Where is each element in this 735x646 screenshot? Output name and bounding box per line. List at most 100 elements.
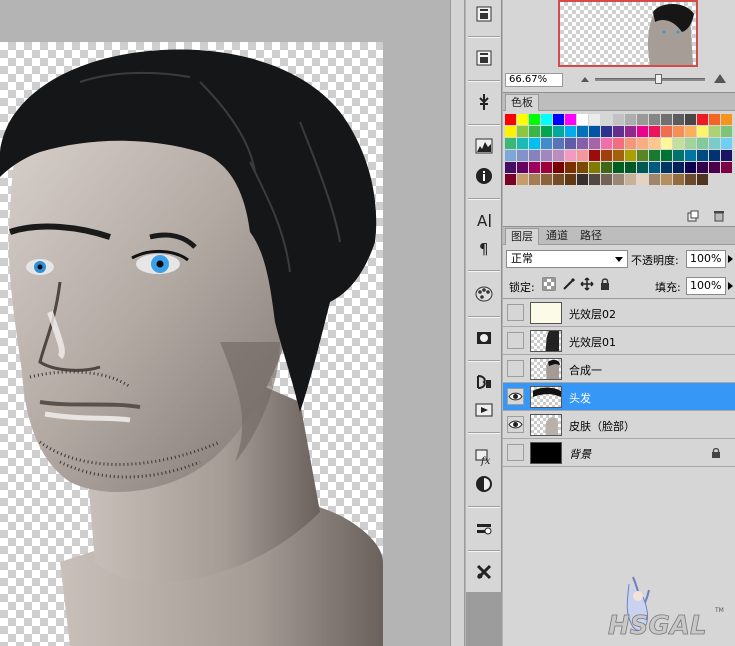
trash-icon[interactable] bbox=[713, 210, 725, 222]
color-swatch[interactable] bbox=[661, 162, 672, 173]
color-swatch[interactable] bbox=[649, 138, 660, 149]
color-swatch[interactable] bbox=[505, 114, 516, 125]
color-swatch[interactable] bbox=[529, 114, 540, 125]
color-swatch[interactable] bbox=[601, 126, 612, 137]
color-swatch[interactable] bbox=[577, 150, 588, 161]
color-swatch[interactable] bbox=[577, 126, 588, 137]
color-swatch[interactable] bbox=[541, 114, 552, 125]
layer-row[interactable]: 光效层01 bbox=[503, 327, 735, 355]
color-swatch[interactable] bbox=[673, 162, 684, 173]
color-swatch[interactable] bbox=[529, 162, 540, 173]
color-swatch[interactable] bbox=[577, 162, 588, 173]
fill-slider-arrow-icon[interactable] bbox=[728, 282, 733, 290]
color-swatch[interactable] bbox=[673, 126, 684, 137]
color-swatch[interactable] bbox=[673, 114, 684, 125]
color-swatch[interactable] bbox=[625, 150, 636, 161]
layer-row[interactable]: 背景 bbox=[503, 439, 735, 467]
color-swatch[interactable] bbox=[709, 150, 720, 161]
layer-row-selected[interactable]: 头发 bbox=[503, 383, 735, 411]
color-swatch[interactable] bbox=[541, 138, 552, 149]
color-swatch[interactable] bbox=[721, 150, 732, 161]
color-swatch[interactable] bbox=[613, 174, 624, 185]
lock-pixels-brush-icon[interactable] bbox=[562, 277, 576, 291]
color-swatch[interactable] bbox=[517, 174, 528, 185]
visibility-toggle[interactable] bbox=[507, 388, 524, 405]
visibility-toggle[interactable] bbox=[507, 360, 524, 377]
canvas-area[interactable] bbox=[0, 0, 450, 646]
zoom-slider[interactable] bbox=[595, 78, 705, 81]
document-canvas[interactable] bbox=[0, 42, 383, 646]
color-swatch[interactable] bbox=[565, 138, 576, 149]
tab-channels[interactable]: 通道 bbox=[541, 228, 573, 245]
info-icon[interactable] bbox=[472, 164, 496, 188]
visibility-toggle[interactable] bbox=[507, 304, 524, 321]
color-swatch[interactable] bbox=[685, 150, 696, 161]
color-swatch[interactable] bbox=[721, 138, 732, 149]
color-swatch[interactable] bbox=[685, 162, 696, 173]
color-swatch[interactable] bbox=[649, 162, 660, 173]
color-swatch[interactable] bbox=[649, 174, 660, 185]
extra-tools-icon[interactable] bbox=[472, 560, 496, 584]
color-swatch[interactable] bbox=[649, 126, 660, 137]
color-swatch[interactable] bbox=[649, 114, 660, 125]
color-swatch[interactable] bbox=[613, 126, 624, 137]
color-swatch[interactable] bbox=[685, 126, 696, 137]
color-swatch[interactable] bbox=[589, 174, 600, 185]
color-swatch[interactable] bbox=[661, 126, 672, 137]
color-swatch[interactable] bbox=[505, 126, 516, 137]
color-swatch[interactable] bbox=[589, 162, 600, 173]
color-swatch[interactable] bbox=[565, 174, 576, 185]
color-swatch[interactable] bbox=[625, 162, 636, 173]
blend-mode-select[interactable]: 正常 bbox=[506, 250, 628, 268]
color-swatch[interactable] bbox=[625, 174, 636, 185]
lock-transparency-icon[interactable] bbox=[542, 277, 556, 291]
color-swatch[interactable] bbox=[553, 138, 564, 149]
clone-source-icon[interactable] bbox=[472, 370, 496, 394]
color-swatch[interactable] bbox=[661, 138, 672, 149]
color-swatch[interactable] bbox=[721, 162, 732, 173]
character-icon[interactable]: A bbox=[472, 208, 496, 232]
tab-swatches[interactable]: 色板 bbox=[505, 94, 539, 111]
color-swatch[interactable] bbox=[553, 150, 564, 161]
color-swatch[interactable] bbox=[637, 126, 648, 137]
lock-position-move-icon[interactable] bbox=[580, 277, 594, 291]
histogram-icon[interactable] bbox=[472, 134, 496, 158]
color-swatch[interactable] bbox=[565, 150, 576, 161]
navigator-thumbnail[interactable] bbox=[558, 0, 698, 67]
color-panel-icon[interactable] bbox=[472, 282, 496, 306]
color-swatch[interactable] bbox=[685, 138, 696, 149]
layer-row[interactable]: 合成一 bbox=[503, 355, 735, 383]
actions-panel-icon[interactable] bbox=[472, 46, 496, 70]
color-swatch[interactable] bbox=[529, 126, 540, 137]
color-swatch[interactable] bbox=[565, 162, 576, 173]
layer-row[interactable]: 皮肤（脸部） bbox=[503, 411, 735, 439]
color-swatch[interactable] bbox=[697, 114, 708, 125]
fill-input[interactable]: 100% bbox=[686, 277, 726, 295]
color-swatch[interactable] bbox=[697, 138, 708, 149]
zoom-slider-handle[interactable] bbox=[655, 74, 662, 84]
zoom-in-icon[interactable] bbox=[713, 73, 727, 84]
color-swatch[interactable] bbox=[625, 138, 636, 149]
adjustments-icon[interactable] bbox=[472, 472, 496, 496]
tab-layers[interactable]: 图层 bbox=[505, 228, 539, 245]
brush-preset-icon[interactable] bbox=[472, 90, 496, 114]
color-swatch[interactable] bbox=[589, 126, 600, 137]
color-swatch[interactable] bbox=[673, 138, 684, 149]
color-swatch[interactable] bbox=[709, 114, 720, 125]
color-swatch[interactable] bbox=[589, 150, 600, 161]
color-swatch[interactable] bbox=[517, 114, 528, 125]
panel-divider[interactable] bbox=[450, 0, 465, 646]
color-swatch[interactable] bbox=[685, 174, 696, 185]
animation-icon[interactable] bbox=[472, 398, 496, 422]
color-swatch[interactable] bbox=[601, 138, 612, 149]
color-swatch[interactable] bbox=[661, 114, 672, 125]
color-swatch[interactable] bbox=[553, 162, 564, 173]
color-swatch[interactable] bbox=[541, 174, 552, 185]
color-swatch[interactable] bbox=[541, 150, 552, 161]
color-swatch[interactable] bbox=[721, 114, 732, 125]
color-swatch[interactable] bbox=[661, 174, 672, 185]
visibility-toggle[interactable] bbox=[507, 444, 524, 461]
color-swatch[interactable] bbox=[697, 126, 708, 137]
color-swatch[interactable] bbox=[709, 162, 720, 173]
color-swatch[interactable] bbox=[577, 174, 588, 185]
